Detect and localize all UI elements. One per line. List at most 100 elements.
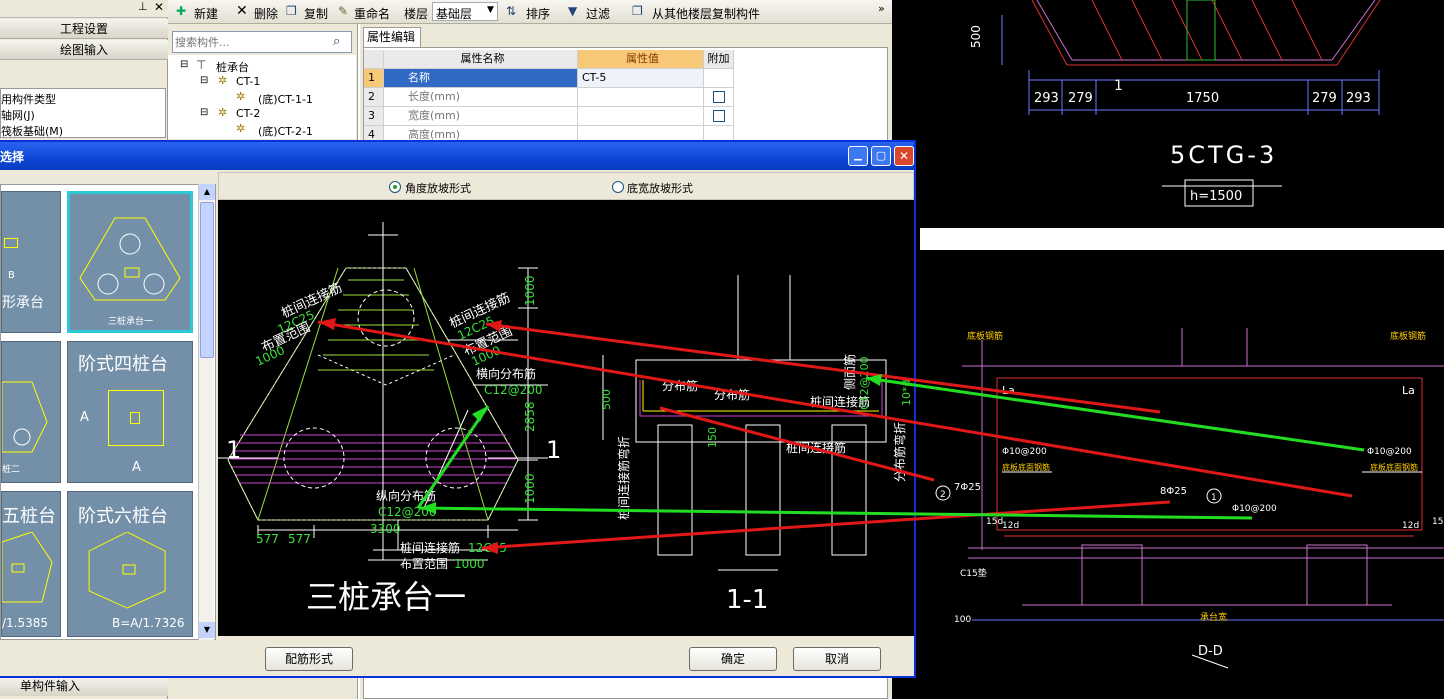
thumb-item[interactable]: 桩二	[1, 341, 61, 483]
thumb-item[interactable]: 五桩台 /1.5385	[1, 491, 61, 637]
cad-dim: 293	[1034, 91, 1059, 106]
scroll-up-icon[interactable]: ▲	[199, 184, 215, 200]
toolbar: ✚ 新建 ✕ 删除 ❐ 复制 ✎ 重命名 楼层 基础层 ▼ ⇅ 排序 ▼ 过滤 …	[168, 0, 892, 24]
cad-label: 底板底面钢筋	[1370, 462, 1418, 472]
row-value[interactable]	[578, 107, 704, 126]
overflow-icon[interactable]: »	[878, 2, 885, 15]
cad-dim: 293	[1346, 91, 1371, 106]
thumb-label: 形承台	[2, 295, 44, 311]
radio-width-label[interactable]: 底宽放坡形式	[627, 180, 693, 196]
rebar-hatch-icon	[130, 412, 140, 424]
filter-button[interactable]: 过滤	[586, 5, 610, 22]
nav-label: 工程设置	[59, 22, 108, 36]
search-icon[interactable]: ⌕	[333, 34, 340, 49]
thumb-sub: A	[80, 410, 89, 425]
cancel-button[interactable]: 取消	[793, 647, 881, 671]
pin-icon[interactable]: ⊥	[138, 0, 148, 13]
delete-icon: ✕	[236, 3, 248, 19]
thumb-sub: B=A/1.7326	[112, 616, 185, 630]
rebar-form-button[interactable]: 配筋形式	[265, 647, 353, 671]
row-number: 2	[364, 88, 384, 107]
row-name[interactable]: 名称	[384, 69, 578, 88]
minimize-icon[interactable]: ▁	[848, 146, 868, 166]
dim-sec-150: 150	[706, 427, 719, 448]
label-fbj-2: 分布筋	[714, 387, 750, 402]
bottom-nav-item[interactable]: 单构件输入	[0, 676, 168, 696]
floor-select-value: 基础层	[436, 7, 473, 21]
row-value[interactable]: CT-5	[578, 69, 704, 88]
dialog-title: 选择	[0, 150, 25, 164]
panel-titlebar: ⊥ ✕	[0, 0, 168, 18]
drawing-preview: 三桩承台一 1-1 1 1 桩间连接筋 12C25 布置范围 1000 桩间连接…	[218, 200, 914, 636]
thumb-hexagon	[88, 532, 166, 609]
copy-button[interactable]: 复制	[304, 5, 328, 22]
thumb-item-selected[interactable]: 三桩承台一	[67, 191, 193, 333]
cad-label: 7Φ25	[954, 482, 981, 493]
row-name[interactable]: 宽度(mm)	[384, 107, 578, 126]
tree-root[interactable]: 桩承台	[216, 59, 249, 75]
scroll-thumb[interactable]	[200, 202, 214, 358]
maximize-icon[interactable]: ▢	[871, 146, 891, 166]
radio-width[interactable]	[612, 181, 624, 193]
chevron-down-icon: ▼	[487, 5, 494, 15]
row-name[interactable]: 长度(mm)	[384, 88, 578, 107]
close-icon[interactable]: ✕	[894, 146, 914, 166]
select-dialog: 选择 ▁ ▢ ✕ B 形承台 三桩承台一 桩二 阶式四桩台 A A 五桩台 /1…	[0, 140, 916, 678]
tree-expander-icon[interactable]: ⊟	[200, 75, 208, 86]
extra-checkbox[interactable]	[713, 91, 725, 103]
extra-checkbox[interactable]	[713, 110, 725, 122]
cut-mark-right: 1	[546, 436, 561, 464]
rename-button[interactable]: 重命名	[354, 5, 390, 22]
cad-circle-label: 2	[940, 490, 946, 500]
copy-from-floor-button[interactable]: 从其他楼层复制构件	[652, 5, 760, 22]
tree-item-raft[interactable]: 筏板基础(M)	[1, 123, 63, 139]
tree-expander-icon[interactable]: ⊟	[180, 59, 188, 70]
ok-button[interactable]: 确定	[689, 647, 777, 671]
label-zjljj-bottom-val: 12C25	[468, 541, 507, 555]
thumb-item[interactable]: 阶式四桩台 A A	[67, 341, 193, 483]
tree-item-ct1-1[interactable]: (底)CT-1-1	[258, 91, 313, 107]
tree-item-ct1[interactable]: CT-1	[236, 75, 260, 88]
new-button[interactable]: 新建	[194, 5, 218, 22]
thumb-label: 阶式四桩台	[78, 354, 168, 375]
pile-cap-icon: ⊤	[196, 58, 207, 72]
tree-item-axis[interactable]: 轴网(J)	[1, 107, 35, 123]
thumbnail-scrollbar[interactable]: ▲ ▼	[198, 184, 215, 640]
tree-expander-icon[interactable]: ⊟	[200, 107, 208, 118]
tree-item-ct2-1[interactable]: (底)CT-2-1	[258, 123, 313, 139]
tree-item-ct2[interactable]: CT-2	[236, 107, 260, 120]
tab-label: 属性编辑	[367, 30, 416, 44]
radio-angle[interactable]	[389, 181, 401, 193]
dim-1000b: 1000	[523, 473, 537, 504]
delete-button[interactable]: 删除	[254, 5, 278, 22]
tree-item-types[interactable]: 用构件类型	[1, 91, 56, 107]
sort-button[interactable]: 排序	[526, 5, 550, 22]
floor-select[interactable]: 基础层 ▼	[432, 2, 498, 21]
thumb-item[interactable]: B 形承台	[1, 191, 61, 333]
cad-label: Φ10@200	[1232, 504, 1277, 514]
thumb-label: 五桩台	[2, 506, 56, 527]
label-hxfbj: 横向分布筋	[476, 366, 536, 381]
close-icon[interactable]: ✕	[154, 0, 164, 14]
cad-label: 底板钢筋	[967, 330, 1003, 342]
cad-label: 12d	[1002, 521, 1019, 531]
label-vert2: 分布筋弯折	[892, 422, 907, 482]
row-extra	[704, 69, 734, 88]
row-value[interactable]	[578, 88, 704, 107]
label-cmj-val: C12@200	[858, 356, 871, 410]
thumb-sub: /1.5385	[2, 616, 49, 630]
cut-mark-left: 1	[226, 436, 241, 464]
radio-angle-label[interactable]: 角度放坡形式	[405, 180, 471, 196]
scroll-down-icon[interactable]: ▼	[199, 622, 215, 638]
tab-property-edit[interactable]: 属性编辑	[363, 27, 421, 47]
cad-title-top: 5CTG-3	[1170, 141, 1277, 169]
thumb-item[interactable]: 阶式六桩台 B=A/1.7326	[67, 491, 193, 637]
search-input[interactable]	[175, 34, 325, 50]
dim-577: 577	[256, 532, 279, 546]
nav-item-drawing-input[interactable]: 绘图输入	[0, 40, 168, 60]
cad-dim-left: 500	[969, 25, 983, 48]
nav-item-project-settings[interactable]: 工程设置	[0, 19, 168, 39]
header-extra: 附加	[704, 50, 734, 69]
thumb-sub: B	[8, 270, 15, 281]
cad-label: 12d	[1402, 521, 1419, 531]
